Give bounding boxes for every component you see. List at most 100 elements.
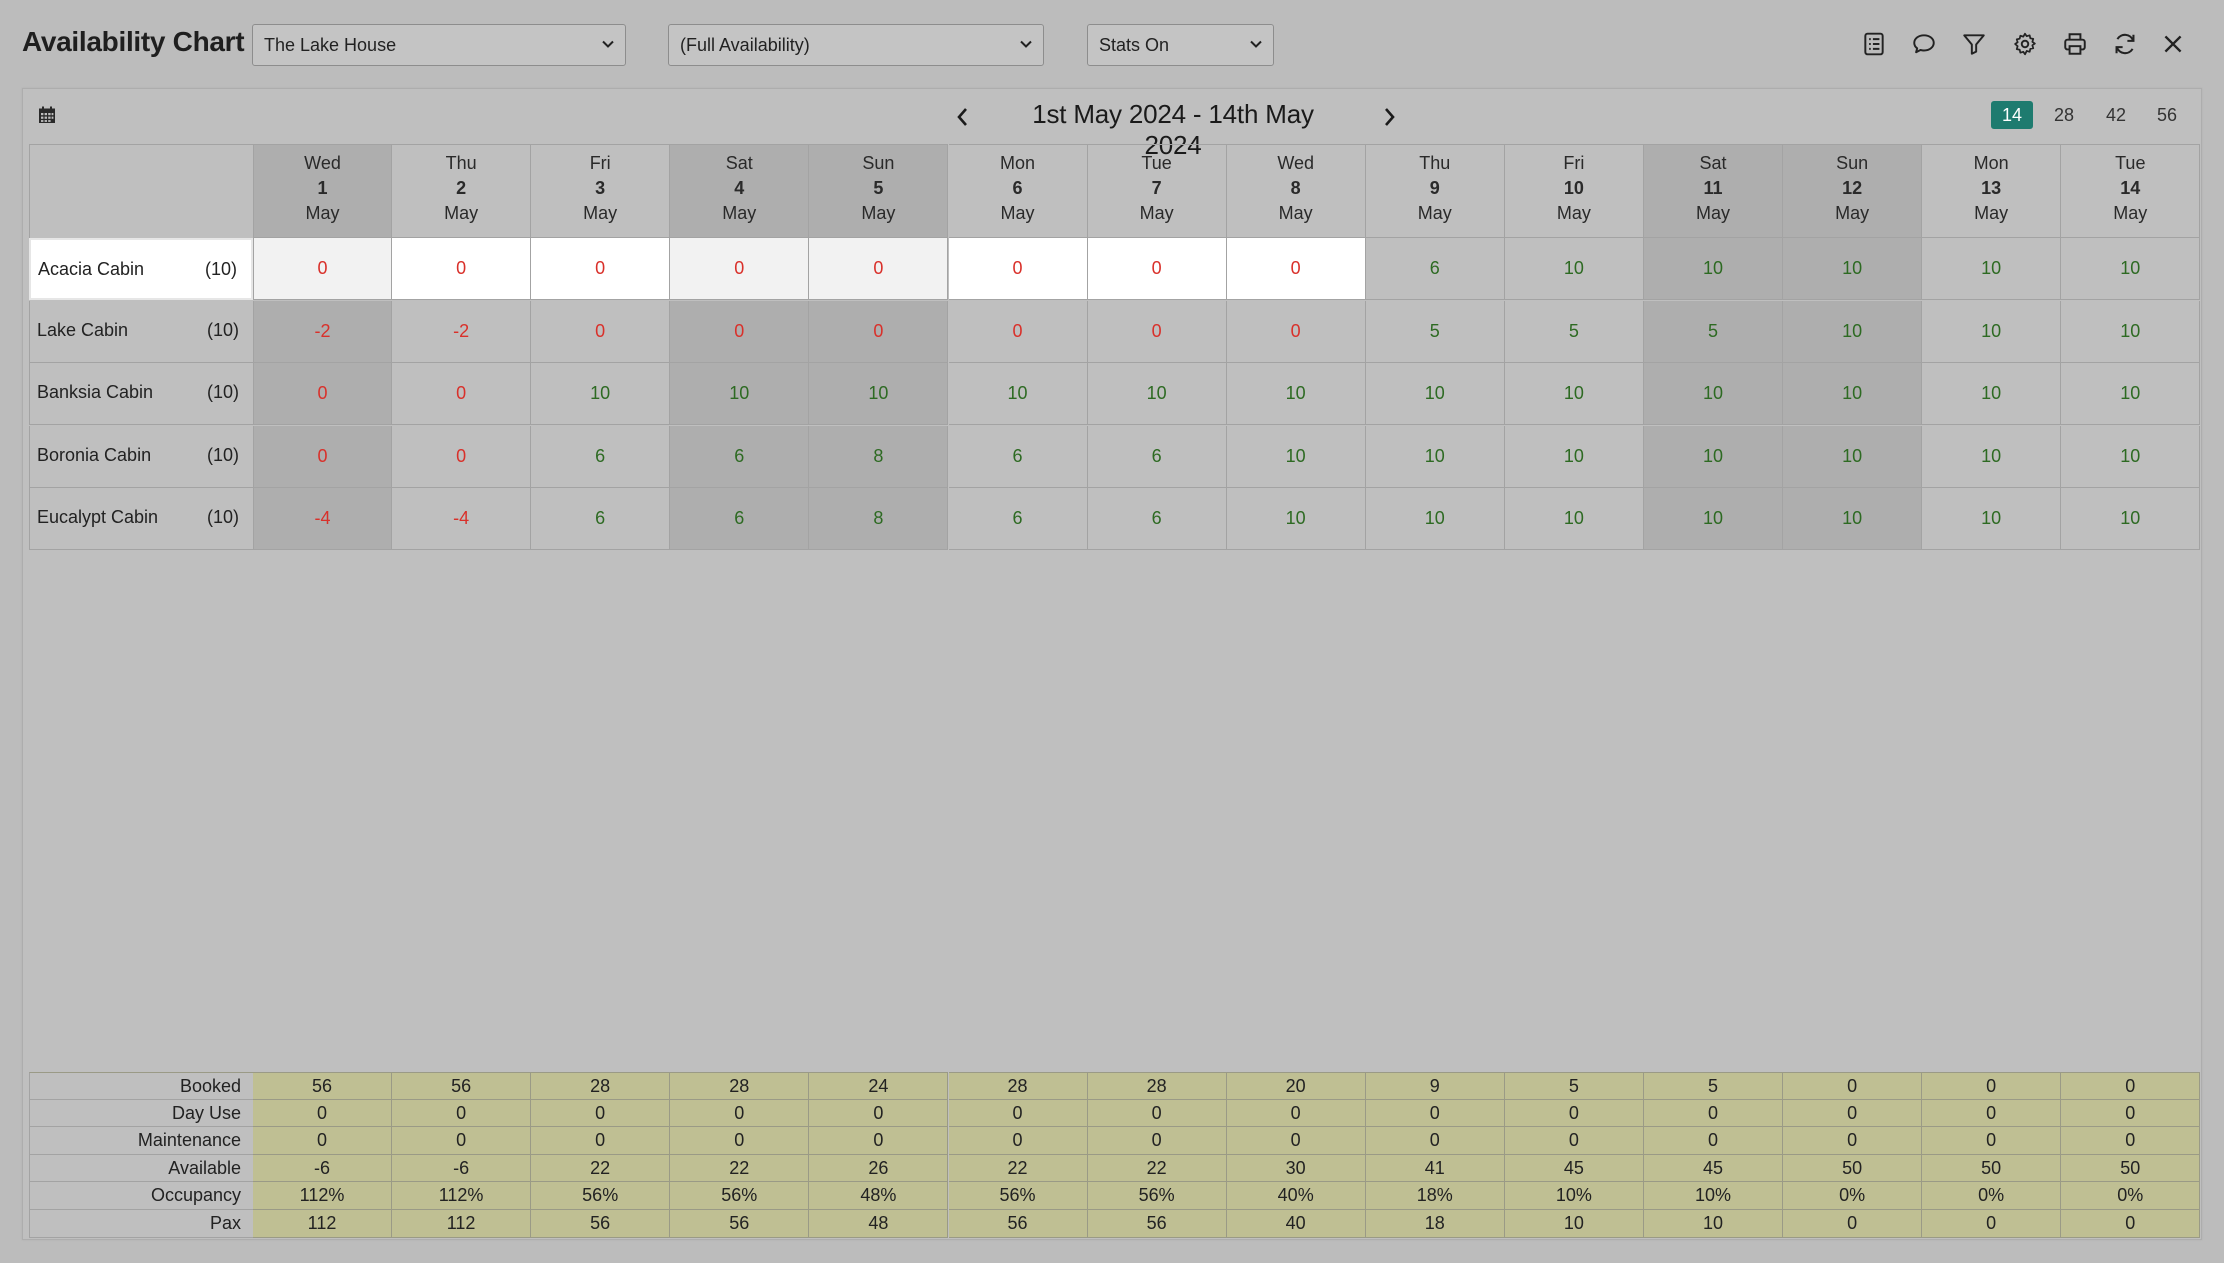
- availability-cell[interactable]: 10: [1783, 488, 1923, 550]
- availability-cell[interactable]: 10: [1922, 238, 2062, 300]
- availability-cell[interactable]: 10: [1922, 300, 2062, 363]
- availability-cell[interactable]: 10: [1365, 488, 1505, 550]
- availability-cell[interactable]: 10: [1504, 488, 1644, 550]
- stats-cell: 0: [1365, 1099, 1505, 1128]
- availability-cell[interactable]: 0: [253, 238, 392, 300]
- availability-cell[interactable]: 10: [1922, 363, 2062, 425]
- availability-cell[interactable]: 10: [1087, 363, 1227, 425]
- availability-cell[interactable]: 8: [809, 425, 949, 488]
- availability-cell[interactable]: 10: [809, 363, 949, 425]
- availability-cell[interactable]: 10: [1783, 425, 1923, 488]
- availability-cell[interactable]: -4: [253, 488, 392, 550]
- availability-cell[interactable]: 0: [1087, 238, 1227, 300]
- availability-cell[interactable]: 0: [392, 425, 532, 488]
- comment-icon[interactable]: [1907, 27, 1941, 61]
- availability-cell[interactable]: 0: [253, 363, 392, 425]
- filter-icon[interactable]: [1957, 27, 1991, 61]
- availability-cell[interactable]: 0: [392, 238, 532, 300]
- availability-cell[interactable]: 0: [1226, 300, 1366, 363]
- availability-cell[interactable]: 0: [670, 238, 810, 300]
- availability-cell[interactable]: 6: [948, 488, 1088, 550]
- availability-cell[interactable]: 6: [948, 425, 1088, 488]
- availability-cell[interactable]: 0: [392, 363, 532, 425]
- room-name: Acacia Cabin: [38, 259, 145, 279]
- availability-cell[interactable]: 8: [809, 488, 949, 550]
- stats-cell: 50: [1922, 1154, 2062, 1183]
- stats-cell: 0: [253, 1127, 392, 1155]
- availability-cell[interactable]: -2: [253, 300, 392, 363]
- availability-cell[interactable]: 6: [670, 488, 810, 550]
- refresh-icon[interactable]: [2108, 27, 2142, 61]
- availability-cell[interactable]: 0: [670, 300, 810, 363]
- availability-cell[interactable]: 0: [253, 425, 392, 488]
- close-icon[interactable]: [2156, 27, 2190, 61]
- availability-cell[interactable]: 0: [809, 238, 949, 300]
- next-range-button[interactable]: [1377, 103, 1401, 131]
- availability-cell[interactable]: 0: [948, 238, 1088, 300]
- stats-row: Available -6 -6 22 22 26 22 22 30 41 45 45 50 50 50: [29, 1154, 2201, 1183]
- availability-cell[interactable]: 0: [948, 300, 1088, 363]
- availability-cell[interactable]: 5: [1644, 300, 1783, 363]
- availability-cell[interactable]: -2: [392, 300, 532, 363]
- stats-select[interactable]: Stats On: [1087, 24, 1274, 66]
- availability-cell[interactable]: 10: [1644, 488, 1783, 550]
- availability-cell[interactable]: 0: [531, 300, 671, 363]
- availability-cell[interactable]: 6: [531, 425, 671, 488]
- availability-cell[interactable]: 10: [670, 363, 810, 425]
- availability-cell[interactable]: 10: [1365, 363, 1505, 425]
- room-label[interactable]: Acacia Cabin (10): [29, 238, 253, 300]
- gear-icon[interactable]: [2008, 27, 2042, 61]
- stats-cell: 56%: [948, 1182, 1088, 1210]
- availability-cell[interactable]: 6: [1087, 488, 1227, 550]
- availability-cell[interactable]: 10: [1922, 425, 2062, 488]
- availability-cell[interactable]: 10: [2061, 488, 2201, 550]
- print-icon[interactable]: [2058, 27, 2092, 61]
- availability-cell[interactable]: 10: [1783, 363, 1923, 425]
- availability-cell[interactable]: 10: [1644, 238, 1783, 300]
- availability-cell[interactable]: 10: [2061, 238, 2201, 300]
- availability-cell[interactable]: 5: [1365, 300, 1505, 363]
- availability-cell[interactable]: 10: [1504, 238, 1644, 300]
- range-56-button[interactable]: 56: [2146, 101, 2188, 129]
- availability-cell[interactable]: 0: [1226, 238, 1366, 300]
- property-select[interactable]: The Lake House: [252, 24, 626, 66]
- range-14-button[interactable]: 14: [1991, 101, 2033, 129]
- availability-cell[interactable]: 10: [1365, 425, 1505, 488]
- availability-cell[interactable]: 10: [2061, 363, 2201, 425]
- room-name: Lake Cabin: [37, 319, 129, 340]
- availability-cell[interactable]: -4: [392, 488, 532, 550]
- availability-cell[interactable]: 10: [1783, 300, 1923, 363]
- list-icon[interactable]: [1857, 27, 1891, 61]
- availability-cell[interactable]: 10: [1226, 488, 1366, 550]
- date-header-day: 6: [1012, 178, 1023, 198]
- calendar-icon[interactable]: [37, 105, 57, 125]
- availability-cell[interactable]: 6: [1365, 238, 1505, 300]
- range-28-button[interactable]: 28: [2043, 101, 2085, 129]
- room-label[interactable]: Lake Cabin (10): [29, 300, 253, 363]
- room-label[interactable]: Boronia Cabin (10): [29, 425, 253, 488]
- availability-cell[interactable]: 10: [531, 363, 671, 425]
- availability-cell[interactable]: 10: [948, 363, 1088, 425]
- availability-cell[interactable]: 10: [2061, 425, 2201, 488]
- availability-cell[interactable]: 10: [1783, 238, 1923, 300]
- range-42-button[interactable]: 42: [2095, 101, 2137, 129]
- availability-cell[interactable]: 10: [1644, 363, 1783, 425]
- availability-cell[interactable]: 10: [1226, 425, 1366, 488]
- availability-cell[interactable]: 10: [1504, 363, 1644, 425]
- availability-cell[interactable]: 10: [1644, 425, 1783, 488]
- availability-cell[interactable]: 10: [1504, 425, 1644, 488]
- room-label[interactable]: Banksia Cabin (10): [29, 363, 253, 425]
- availability-cell[interactable]: 0: [531, 238, 671, 300]
- availability-cell[interactable]: 6: [531, 488, 671, 550]
- room-label[interactable]: Eucalypt Cabin (10): [29, 488, 253, 550]
- availability-cell[interactable]: 6: [670, 425, 810, 488]
- availability-cell[interactable]: 10: [1922, 488, 2062, 550]
- availability-select[interactable]: (Full Availability): [668, 24, 1044, 66]
- availability-cell[interactable]: 0: [1087, 300, 1227, 363]
- availability-cell[interactable]: 10: [1226, 363, 1366, 425]
- availability-cell[interactable]: 5: [1504, 300, 1644, 363]
- availability-cell[interactable]: 6: [1087, 425, 1227, 488]
- availability-cell[interactable]: 0: [809, 300, 949, 363]
- prev-range-button[interactable]: [951, 103, 975, 131]
- availability-cell[interactable]: 10: [2061, 300, 2201, 363]
